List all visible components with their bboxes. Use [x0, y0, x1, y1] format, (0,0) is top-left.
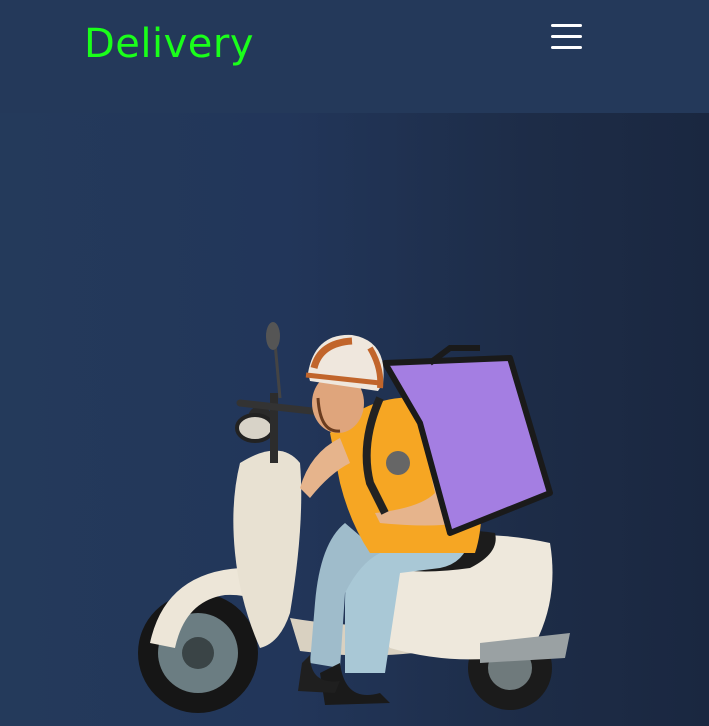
page: Delivery	[0, 0, 709, 726]
hamburger-menu-icon[interactable]	[548, 22, 586, 52]
menu-line	[551, 35, 582, 38]
brand-logo[interactable]: Delivery	[84, 20, 254, 68]
delivery-rider-image	[138, 322, 570, 713]
hero-section	[0, 113, 709, 726]
menu-line	[551, 46, 582, 49]
menu-line	[551, 24, 582, 27]
navbar: Delivery	[0, 0, 709, 113]
